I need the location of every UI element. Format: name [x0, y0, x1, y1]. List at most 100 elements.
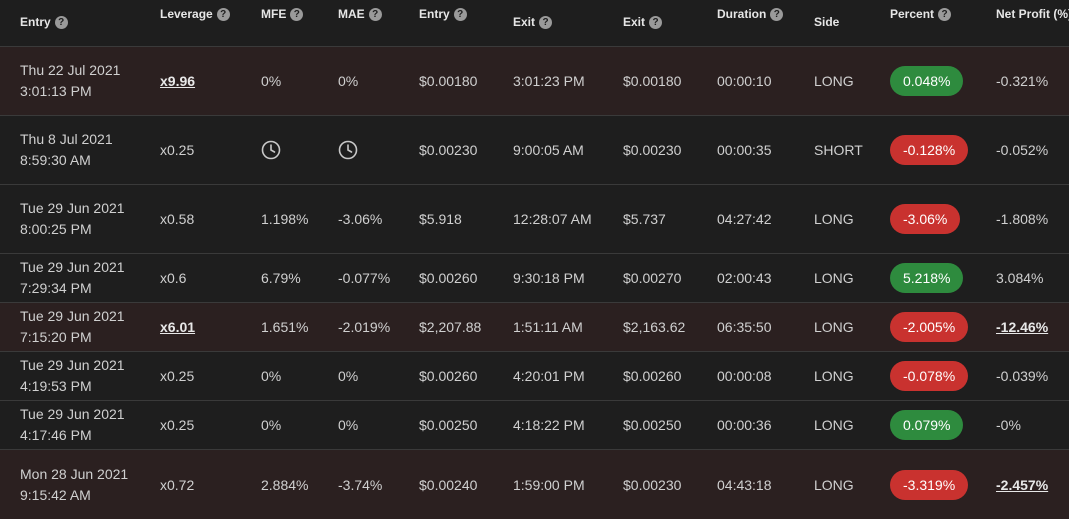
entry-datetime: Mon 28 Jun 2021 9:15:42 AM: [20, 465, 129, 503]
entry-price-cell: $0.00260: [419, 368, 478, 384]
duration-cell: 00:00:10: [717, 73, 772, 89]
exit-time-cell: 3:01:23 PM: [513, 73, 585, 89]
net-profit-cell: -0.052%: [996, 142, 1049, 158]
percent-badge: 0.079%: [890, 410, 964, 440]
help-icon[interactable]: ?: [453, 7, 467, 21]
mfe-cell: 0%: [261, 73, 282, 89]
table-row[interactable]: Tue 29 Jun 2021 4:17:46 PM x0.25 0% 0% $0…: [0, 401, 1069, 450]
mae-cell: 0%: [338, 73, 359, 89]
percent-cell: 5.218%: [890, 254, 964, 302]
exit-price-cell: $0.00230: [623, 476, 682, 493]
help-icon[interactable]: ?: [770, 7, 784, 21]
header-leverage: Leverage?: [160, 7, 230, 21]
mfe-cell: 1.198%: [261, 211, 309, 227]
table-row[interactable]: Thu 8 Jul 2021 8:59:30 AM x0.25 $0.00230 …: [0, 116, 1069, 185]
leverage-cell: x0.72: [160, 476, 195, 493]
exit-time-cell: 9:00:05 AM: [513, 142, 584, 158]
help-icon[interactable]: ?: [54, 15, 68, 29]
header-net-profit: Net Profit (%): [996, 7, 1069, 21]
help-icon[interactable]: ?: [938, 7, 952, 21]
entry-price-cell: $0.00260: [419, 270, 478, 286]
exit-price-cell: $5.737: [623, 211, 666, 227]
table-row[interactable]: Tue 29 Jun 2021 8:00:25 PM x0.58 1.198% -…: [0, 185, 1069, 254]
mae-cell: -0.077%: [338, 270, 391, 286]
percent-badge: 5.218%: [890, 263, 964, 293]
header-entry-price: Entry?: [419, 7, 467, 21]
percent-badge: -3.06%: [890, 204, 961, 234]
mfe-cell: 0%: [261, 368, 282, 384]
table-row[interactable]: Tue 29 Jun 2021 7:29:34 PM x0.6 6.79% -0.…: [0, 254, 1069, 303]
table-row[interactable]: Tue 29 Jun 2021 7:15:20 PM x6.01 1.651% -…: [0, 303, 1069, 352]
clock-icon: [261, 140, 281, 160]
table-header: Entry? Leverage? MFE? MAE? Entry? Exit? …: [0, 0, 1069, 47]
percent-badge: -2.005%: [890, 312, 969, 342]
side-cell: LONG: [814, 270, 854, 286]
exit-price-cell: $2,163.62: [623, 319, 686, 335]
help-icon[interactable]: ?: [216, 7, 230, 21]
entry-price-cell: $0.00180: [419, 73, 478, 89]
help-icon[interactable]: ?: [649, 15, 663, 29]
entry-price-cell: $0.00250: [419, 417, 478, 433]
duration-cell: 00:00:08: [717, 368, 772, 384]
net-profit-cell: 3.084%: [996, 270, 1044, 286]
exit-price-cell: $0.00250: [623, 417, 682, 433]
duration-cell: 00:00:35: [717, 142, 772, 158]
percent-cell: 0.048%: [890, 47, 964, 115]
leverage-cell: x9.96: [160, 73, 196, 89]
side-cell: LONG: [814, 211, 854, 227]
entry-datetime: Tue 29 Jun 2021 7:15:20 PM: [20, 308, 125, 345]
entry-price-cell: $0.00230: [419, 142, 478, 158]
help-icon[interactable]: ?: [368, 7, 382, 21]
table-row[interactable]: Tue 29 Jun 2021 4:19:53 PM x0.25 0% 0% $0…: [0, 352, 1069, 401]
header-exit-price: Exit?: [623, 15, 663, 29]
side-cell: LONG: [814, 368, 854, 384]
exit-time-cell: 12:28:07 AM: [513, 211, 592, 227]
entry-datetime: Tue 29 Jun 2021 7:29:34 PM: [20, 259, 125, 296]
exit-time-cell: 1:51:11 AM: [513, 319, 583, 335]
table-row[interactable]: Mon 28 Jun 2021 9:15:42 AM x0.72 2.884% -…: [0, 450, 1069, 519]
exit-time-cell: 9:30:18 PM: [513, 270, 585, 286]
duration-cell: 00:00:36: [717, 417, 772, 433]
percent-cell: -0.078%: [890, 352, 969, 400]
side-cell: LONG: [814, 73, 854, 89]
exit-time-cell: 4:20:01 PM: [513, 368, 585, 384]
mae-cell: [338, 116, 358, 184]
duration-cell: 04:43:18: [717, 476, 772, 493]
duration-cell: 06:35:50: [717, 319, 772, 335]
leverage-cell: x0.25: [160, 142, 195, 158]
leverage-cell: x0.25: [160, 417, 195, 433]
leverage-cell: x0.6: [160, 270, 187, 286]
table-row[interactable]: Thu 22 Jul 2021 3:01:13 PM x9.96 0% 0% $0…: [0, 47, 1069, 116]
percent-cell: -2.005%: [890, 303, 969, 351]
percent-cell: -3.06%: [890, 185, 961, 253]
exit-time-cell: 4:18:22 PM: [513, 417, 585, 433]
entry-price-cell: $5.918: [419, 211, 462, 227]
net-profit-cell: -2.457%: [996, 476, 1049, 493]
header-mfe: MFE?: [261, 7, 304, 21]
header-side: Side: [814, 15, 840, 29]
help-icon[interactable]: ?: [290, 7, 304, 21]
help-icon[interactable]: ?: [539, 15, 553, 29]
percent-cell: 0.079%: [890, 401, 964, 449]
header-mae: MAE?: [338, 7, 382, 21]
duration-cell: 02:00:43: [717, 270, 772, 286]
entry-datetime: Thu 8 Jul 2021 8:59:30 AM: [20, 131, 113, 168]
mae-cell: 0%: [338, 417, 359, 433]
net-profit-cell: -12.46%: [996, 319, 1049, 335]
exit-price-cell: $0.00270: [623, 270, 682, 286]
leverage-cell: x0.25: [160, 368, 195, 384]
mae-cell: 0%: [338, 368, 359, 384]
header-entry: Entry?: [20, 15, 68, 29]
net-profit-cell: -0.321%: [996, 73, 1049, 89]
net-profit-cell: -0.039%: [996, 368, 1049, 384]
entry-price-cell: $0.00240: [419, 476, 478, 493]
side-cell: LONG: [814, 319, 854, 335]
percent-badge: -0.078%: [890, 361, 969, 391]
percent-badge: -0.128%: [890, 135, 969, 165]
entry-datetime: Tue 29 Jun 2021 4:17:46 PM: [20, 406, 125, 443]
exit-time-cell: 1:59:00 PM: [513, 476, 585, 493]
leverage-cell: x6.01: [160, 319, 196, 335]
percent-cell: -3.319%: [890, 450, 969, 519]
leverage-cell: x0.58: [160, 211, 195, 227]
mae-cell: -3.74%: [338, 476, 383, 493]
